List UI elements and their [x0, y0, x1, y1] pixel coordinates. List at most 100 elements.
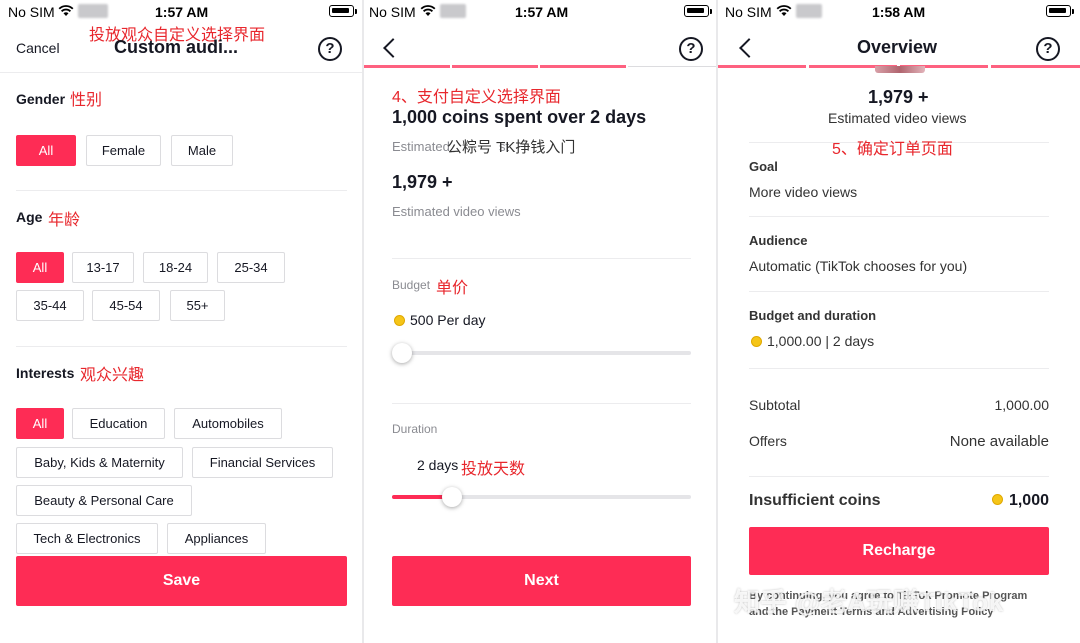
- watermark-text: 知乎 @老A玩赚TikTok: [734, 587, 1004, 617]
- offers-label: Offers: [749, 433, 787, 449]
- estimated-partial: Estimated: [392, 139, 450, 154]
- gender-option-male[interactable]: Male: [171, 135, 233, 166]
- interests-annotation: 观众兴趣: [80, 367, 145, 384]
- progress-segment: [364, 65, 450, 68]
- section-divider: [392, 258, 691, 259]
- age-label: Age: [16, 209, 43, 225]
- battery-icon: [329, 5, 354, 17]
- coin-icon: [992, 494, 1003, 505]
- next-button[interactable]: Next: [392, 556, 691, 606]
- cancel-button[interactable]: Cancel: [16, 40, 60, 56]
- battery-tip: [710, 9, 712, 14]
- budget-label: Budget: [392, 278, 431, 292]
- age-option-all[interactable]: All: [16, 252, 64, 283]
- gender-option-female[interactable]: Female: [86, 135, 161, 166]
- goal-value: More video views: [749, 184, 858, 200]
- progress-segment: [540, 65, 626, 68]
- gender-option-all[interactable]: All: [16, 135, 76, 166]
- age-option-45-54[interactable]: 45-54: [92, 290, 160, 321]
- help-icon[interactable]: ?: [318, 37, 342, 61]
- gender-label: Gender: [16, 91, 66, 107]
- budget-annotation: 单价: [436, 280, 469, 297]
- save-button[interactable]: Save: [16, 556, 347, 606]
- section-divider: [16, 190, 347, 191]
- wifi-icon: [58, 5, 74, 16]
- battery-icon: [684, 5, 709, 17]
- duration-label: Duration: [392, 422, 438, 436]
- coin-icon: [751, 336, 762, 347]
- status-time: 1:58 AM: [872, 4, 926, 20]
- offers-value: None available: [949, 433, 1049, 450]
- help-icon[interactable]: ?: [1036, 37, 1060, 61]
- age-annotation: 年龄: [48, 212, 81, 229]
- estimated-views-label: Estimated video views: [828, 110, 967, 126]
- estimated-views-value: 1,979 +: [392, 172, 453, 192]
- interest-option-financial[interactable]: Financial Services: [192, 447, 333, 478]
- insufficient-coins-value: 1,000: [1008, 492, 1049, 509]
- age-option-35-44[interactable]: 35-44: [16, 290, 84, 321]
- carrier-label: No SIM: [725, 4, 772, 20]
- insufficient-coins-label: Insufficient coins: [749, 492, 881, 509]
- interest-option-beauty[interactable]: Beauty & Personal Care: [16, 485, 192, 516]
- interest-option-tech[interactable]: Tech & Electronics: [16, 523, 158, 554]
- section-divider: [16, 346, 347, 347]
- redacted-block: [796, 4, 822, 18]
- progress-segment: [991, 65, 1080, 68]
- video-thumbnail: [875, 66, 925, 73]
- duration-annotation: 投放天数: [461, 461, 526, 478]
- interests-label: Interests: [16, 365, 75, 381]
- subtotal-value: 1,000.00: [994, 397, 1050, 413]
- subtotal-label: Subtotal: [749, 397, 801, 413]
- recharge-button[interactable]: Recharge: [749, 527, 1049, 575]
- budget-headline: 1,000 coins spent over 2 days: [392, 107, 647, 127]
- budget-slider-knob[interactable]: [392, 343, 412, 363]
- age-option-18-24[interactable]: 18-24: [143, 252, 208, 283]
- interest-option-baby-kids[interactable]: Baby, Kids & Maternity: [16, 447, 183, 478]
- redacted-block: [78, 4, 108, 18]
- interest-option-automobiles[interactable]: Automobiles: [174, 408, 282, 439]
- progress-segment: [452, 65, 538, 68]
- progress-segment: [718, 65, 806, 68]
- carrier-label: No SIM: [369, 4, 416, 20]
- wifi-icon: [420, 5, 436, 16]
- battery-tip: [1072, 9, 1074, 14]
- budget-value: 500 Per day: [410, 312, 486, 328]
- battery-icon: [1046, 5, 1071, 17]
- back-arrow-icon[interactable]: [383, 38, 403, 58]
- interest-option-education[interactable]: Education: [72, 408, 165, 439]
- estimated-views-label: Estimated video views: [392, 204, 521, 219]
- estimated-views-value: 1,979 +: [868, 87, 929, 107]
- age-option-13-17[interactable]: 13-17: [72, 252, 134, 283]
- overlay-watermark-text: 公粽号 TK挣钱入门: [447, 139, 576, 156]
- header-divider: [0, 72, 362, 73]
- budget-slider-track[interactable]: [392, 351, 691, 355]
- status-time: 1:57 AM: [515, 4, 569, 20]
- age-option-55-plus[interactable]: 55+: [170, 290, 225, 321]
- interest-option-all[interactable]: All: [16, 408, 64, 439]
- annotation-confirm-order: 5、确定订单页面: [832, 141, 953, 158]
- redacted-block: [440, 4, 466, 18]
- custom-audience-screen: No SIM 1:57 AM 投放观众自定义选择界面 Cancel Custom…: [0, 0, 362, 643]
- overview-screen: No SIM 1:58 AM Overview ? 1,979 + Estima…: [718, 0, 1080, 643]
- audience-value: Automatic (TikTok chooses for you): [749, 258, 968, 274]
- audience-label: Audience: [749, 233, 808, 248]
- battery-tip: [355, 9, 357, 14]
- age-option-25-34[interactable]: 25-34: [217, 252, 285, 283]
- duration-value: 2 days: [417, 457, 459, 473]
- page-title: Overview: [857, 37, 938, 57]
- wifi-icon: [776, 5, 792, 16]
- duration-slider-knob[interactable]: [442, 487, 463, 507]
- goal-label: Goal: [749, 159, 778, 174]
- section-divider: [749, 216, 1049, 217]
- section-divider: [392, 403, 691, 404]
- interest-option-appliances[interactable]: Appliances: [167, 523, 266, 554]
- section-divider: [749, 476, 1049, 477]
- help-icon[interactable]: ?: [679, 37, 703, 61]
- annotation-payment: 4、支付自定义选择界面: [392, 89, 561, 106]
- back-arrow-icon[interactable]: [739, 38, 759, 58]
- budget-duration-label: Budget and duration: [749, 308, 877, 323]
- status-time: 1:57 AM: [155, 4, 209, 20]
- page-title: Custom audi...: [114, 37, 239, 57]
- budget-duration-value: 1,000.00 | 2 days: [767, 333, 875, 349]
- carrier-label: No SIM: [8, 4, 55, 20]
